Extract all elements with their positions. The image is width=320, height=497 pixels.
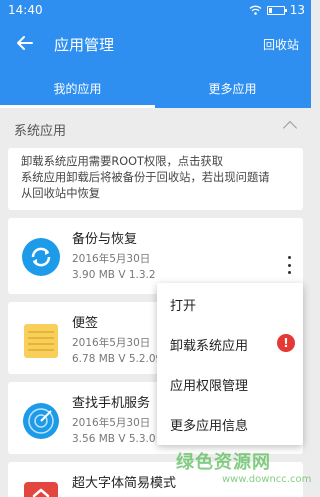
menu-item-app-permissions[interactable]: 应用权限管理 (170, 375, 248, 394)
large-font-mode-icon (24, 482, 58, 497)
notice-line: 系统应用卸载后将被备份于回收站，若出现问题请 (21, 171, 270, 184)
notes-icon (24, 324, 58, 358)
section-label: 系统应用 (14, 124, 67, 139)
app-size-version: 6.78 MB V 5.2.090 (72, 353, 169, 365)
app-name: 查找手机服务 (72, 396, 151, 411)
app-name: 便签 (72, 316, 99, 331)
watermark-url: www.downcc.com (222, 474, 312, 485)
watermark-text: 绿色资源网 (176, 452, 271, 473)
page-title: 应用管理 (54, 36, 115, 54)
more-options-icon[interactable] (285, 256, 293, 274)
status-time: 14:40 (8, 3, 43, 17)
find-phone-radar-icon (23, 403, 59, 439)
chevron-up-icon[interactable] (282, 120, 298, 136)
warning-icon: ! (277, 334, 295, 352)
app-date: 2016年5月30日 (72, 337, 151, 349)
status-icons: 13 (249, 3, 305, 17)
app-size-version: 3.90 MB V 1.3.2 (72, 269, 156, 281)
backup-restore-icon (22, 238, 60, 276)
menu-item-open[interactable]: 打开 (170, 295, 196, 314)
back-arrow-icon[interactable] (14, 32, 36, 54)
app-options-menu: 打开 卸载系统应用 ! 应用权限管理 更多应用信息 (157, 283, 303, 445)
tab-my-apps[interactable]: 我的应用 (0, 80, 155, 97)
app-date: 2016年5月30日 (72, 253, 151, 265)
menu-item-more-app-info[interactable]: 更多应用信息 (170, 415, 248, 434)
root-notice[interactable]: 卸载系统应用需要ROOT权限，点击获取 系统应用卸载后将被备份于回收站，若出现问… (8, 148, 303, 210)
battery-level: 13 (289, 3, 305, 17)
menu-item-uninstall-system-app[interactable]: 卸载系统应用 (170, 335, 248, 354)
app-bar: 应用管理 回收站 (0, 20, 311, 68)
status-bar: 14:40 13 (0, 0, 311, 20)
notice-line: 从回收站中恢复 (21, 187, 101, 200)
recycle-bin-button[interactable]: 回收站 (263, 36, 299, 53)
tab-bar: 我的应用 更多应用 (0, 68, 311, 108)
app-size-version: 3.56 MB V 5.3.0 (72, 433, 156, 445)
app-date: 2016年5月30日 (72, 417, 151, 429)
app-name: 备份与恢复 (72, 232, 138, 247)
notice-line: 卸载系统应用需要ROOT权限，点击获取 (21, 155, 223, 168)
app-name: 超大字体简易模式 (72, 476, 177, 491)
battery-icon (266, 5, 287, 15)
tab-more-apps[interactable]: 更多应用 (155, 80, 310, 97)
section-header-system-apps[interactable]: 系统应用 (0, 108, 311, 148)
wifi-icon (249, 5, 262, 15)
